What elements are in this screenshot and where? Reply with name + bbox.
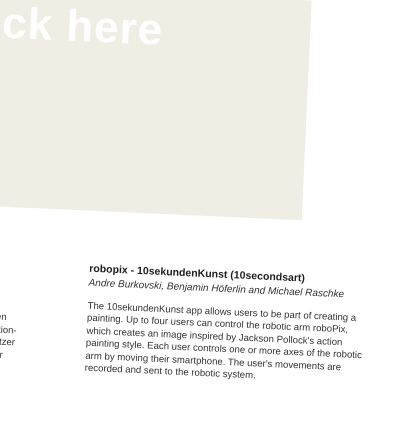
- article-block: robopix - 10sekundenKunst (10secondsart)…: [84, 263, 389, 389]
- page-content: click here ke tstehen nnen den dem Actio…: [0, 0, 400, 435]
- left-column-line: er Benutzer: [0, 335, 16, 349]
- left-column-text: ke tstehen nnen den dem Action- er Benut…: [0, 275, 29, 363]
- hero-banner[interactable]: click here: [0, 0, 312, 221]
- click-here-link[interactable]: click here: [0, 0, 164, 56]
- left-column-line: dem Action-: [0, 323, 17, 336]
- left-column-line: hne oder: [0, 348, 4, 361]
- left-column-italic: ke: [0, 275, 29, 290]
- article-body: The 10sekundenKunst app allows users to …: [84, 301, 387, 389]
- left-column-line: nnen den: [0, 310, 7, 323]
- left-column-line: tstehen: [0, 298, 28, 313]
